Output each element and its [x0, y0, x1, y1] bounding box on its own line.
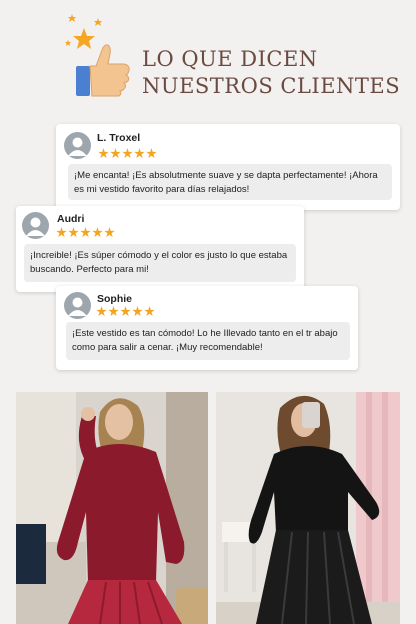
star-icon	[134, 148, 145, 159]
star-icon	[80, 227, 91, 238]
star-icon	[110, 148, 121, 159]
page-title: LO QUE DICEN NUESTROS CLIENTES	[142, 46, 400, 100]
avatar-icon	[64, 132, 91, 159]
review-text: ¡Me encanta! ¡Es absolutmente suave y se…	[68, 164, 392, 200]
star-rating	[56, 227, 115, 238]
star-icon	[96, 306, 107, 317]
product-photo-black	[216, 392, 400, 624]
star-icon	[146, 148, 157, 159]
star-icon	[108, 306, 119, 317]
reviewer-name: L. Troxel	[97, 132, 141, 144]
star-icon	[92, 227, 103, 238]
star-rating	[96, 306, 155, 317]
star-icon	[120, 306, 131, 317]
avatar-icon	[22, 212, 49, 239]
star-icon	[144, 306, 155, 317]
reviewer-name: Sophie	[97, 293, 133, 305]
title-line-2: NUESTROS CLIENTES	[142, 74, 401, 98]
star-icon	[68, 227, 79, 238]
header: LO QUE DICEN NUESTROS CLIENTES	[0, 0, 416, 118]
star-rating	[98, 148, 157, 159]
reviewer-name: Audri	[57, 213, 85, 225]
star-icon	[98, 148, 109, 159]
review-text: ¡Este vestido es tan cómodo! Lo he Illev…	[66, 322, 350, 360]
avatar-icon	[64, 292, 91, 319]
star-icon	[56, 227, 67, 238]
title-line-1: LO QUE DICEN	[142, 47, 318, 71]
product-photo-burgundy	[16, 392, 208, 624]
thumbs-up-icon	[62, 14, 134, 100]
star-icon	[132, 306, 143, 317]
star-icon	[104, 227, 115, 238]
review-card: L. Troxel ¡Me encanta! ¡Es absolutmente …	[56, 124, 400, 210]
review-text: ¡Increible! ¡Es súper cómodo y el color …	[24, 244, 296, 282]
star-icon	[122, 148, 133, 159]
review-card: Sophie ¡Este vestido es tan cómodo! Lo h…	[56, 286, 358, 370]
review-card: Audri ¡Increible! ¡Es súper cómodo y el …	[16, 206, 304, 292]
